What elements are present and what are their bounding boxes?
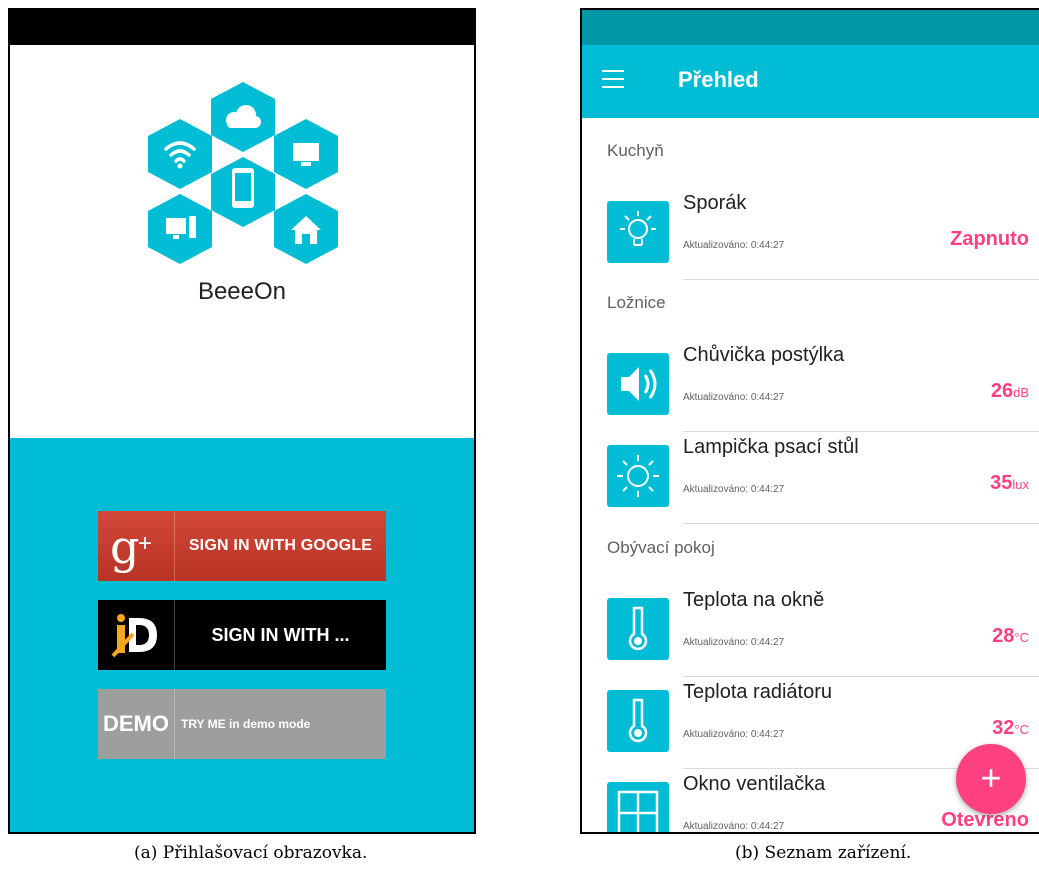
device-updated: Aktualizováno: 0:44:27 [683,821,785,832]
mojeid-icon [98,600,175,670]
device-name: Teplota radiátoru [683,681,832,703]
thermometer-icon [607,598,669,660]
sign-in-mojeid-button[interactable]: SIGN IN WITH ... [98,600,386,670]
app-name: BeeeOn [197,278,287,305]
speaker-icon [607,353,669,415]
device-updated: Aktualizováno: 0:44:27 [683,484,785,495]
menu-icon[interactable] [602,70,624,90]
status-bar [582,10,1039,45]
section-header: Kuchyň [607,141,664,160]
device-updated: Aktualizováno: 0:44:27 [683,240,785,251]
device-row[interactable]: Sporák Aktualizováno: 0:44:27 Zapnuto [582,188,1039,280]
device-value: Zapnuto [950,228,1029,251]
value-number: Zapnuto [950,228,1029,250]
status-bar [10,10,474,45]
svg-text:+: + [138,530,152,557]
demo-icon-text: DEMO [98,689,175,759]
device-list-screen: Přehled Kuchyň Sporák Aktualizováno: 0:4… [580,8,1039,834]
demo-mode-button[interactable]: DEMO TRY ME in demo mode [98,689,386,759]
beeeon-logo [148,82,338,264]
app-bar: Přehled [582,45,1039,118]
device-name: Okno ventilačka [683,773,826,795]
device-name: Sporák [683,192,747,214]
google-label: SIGN IN WITH GOOGLE [188,537,373,554]
mojeid-label: SIGN IN WITH ... [211,624,350,645]
device-name: Chůvička postýlka [683,344,845,366]
add-device-button[interactable]: + [956,744,1026,814]
device-name: Teplota na okně [683,589,825,611]
login-screen: BeeeOn g + SIGN IN WITH GOOGLE SIGN IN W… [8,8,476,834]
device-updated: Aktualizováno: 0:44:27 [683,392,785,403]
sign-in-google-button[interactable]: g + SIGN IN WITH GOOGLE [98,511,386,581]
svg-text:g: g [110,520,139,573]
bulb-icon [607,201,669,263]
value-unit: °C [1014,722,1029,737]
caption-a: (a) Přihlašovací obrazovka. [134,843,368,863]
value-unit: dB [1013,385,1029,400]
divider [683,523,1039,524]
section-header: Obývací pokoj [607,538,715,557]
window-icon [607,782,669,832]
divider [683,279,1039,280]
device-value: 35lux [990,472,1029,495]
device-value: 28°C [992,625,1029,648]
device-updated: Aktualizováno: 0:44:27 [683,637,785,648]
caption-b: (b) Seznam zařízení. [735,843,912,863]
section-header: Ložnice [607,293,666,312]
device-row[interactable]: Teplota na okně Aktualizováno: 0:44:27 2… [582,585,1039,677]
value-number: 32 [992,717,1015,739]
device-updated: Aktualizováno: 0:44:27 [683,729,785,740]
sun-icon [607,445,669,507]
value-number: 28 [992,625,1015,647]
device-value: 26dB [991,380,1029,403]
google-plus-icon: g + [98,511,175,581]
demo-label: TRY ME in demo mode [181,717,311,731]
value-unit: lux [1012,477,1029,492]
device-name: Lampička psací stůl [683,436,859,458]
device-row[interactable]: Chůvička postýlka Aktualizováno: 0:44:27… [582,340,1039,432]
value-number: 26 [990,380,1014,402]
page-title: Přehled [678,67,759,92]
device-row[interactable]: Lampička psací stůl Aktualizováno: 0:44:… [582,432,1039,524]
thermometer-icon [607,690,669,752]
value-unit: °C [1014,630,1029,645]
device-value: 32°C [992,717,1029,740]
value-number: 35 [990,472,1013,494]
